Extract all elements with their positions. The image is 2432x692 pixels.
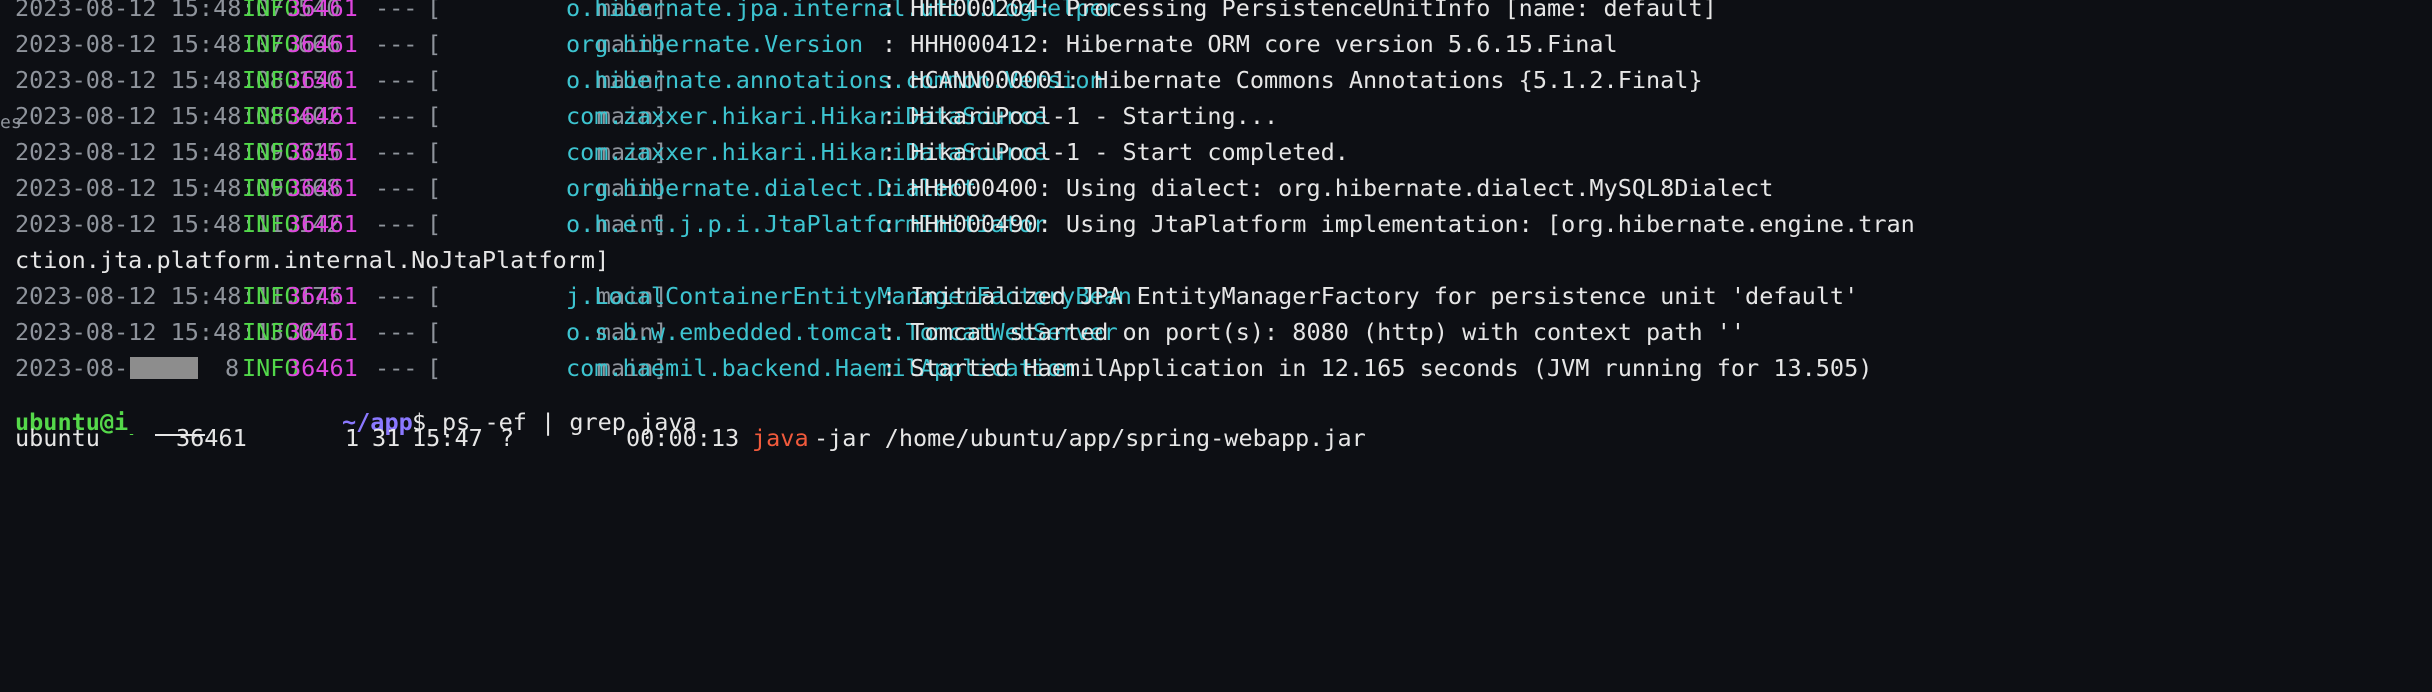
log-message: : HHH000204: Processing PersistenceUnitI…: [882, 0, 1717, 22]
log-line: 2023-08-12 15:48:07.666 INFO 36461 ---[ mai…: [0, 26, 2432, 62]
log-timestamp-tail: 8: [225, 354, 240, 382]
log-pid: 36461: [287, 354, 358, 382]
log-pid: 36461: [287, 30, 358, 58]
ps-ppid: 1: [345, 424, 360, 452]
log-separator: ---: [375, 282, 418, 310]
log-message: : HCANN000001: Hibernate Commons Annotat…: [882, 66, 1703, 94]
log-message: : HikariPool-1 - Starting...: [882, 102, 1279, 130]
log-pid: 36461: [287, 102, 358, 130]
log-separator: ---: [375, 354, 418, 382]
log-line-continuation: ction.jta.platform.internal.NoJtaPlatfor…: [0, 242, 2432, 278]
ps-row: ubuntu 36461 1 31 15:47? 00:00:13 java -jar /ho…: [0, 420, 2432, 456]
log-separator: ---: [375, 0, 418, 22]
log-line: 2023-08-12 15:48:13.041 INFO 36461 ---[ mai…: [0, 314, 2432, 350]
log-separator: ---: [375, 102, 418, 130]
log-separator: ---: [375, 318, 418, 346]
ps-args: -jar /home/ubuntu/app/spring-webapp.jar: [814, 424, 1366, 452]
redacted-timestamp: [130, 357, 198, 379]
log-separator: ---: [375, 30, 418, 58]
log-line: 2023-08-12 15:48:08.402 INFO 36461 ---[ mai…: [0, 98, 2432, 134]
ps-command: java: [752, 424, 809, 452]
log-line: 2023-08-12 15:48:09.368 INFO 36461 ---[ mai…: [0, 170, 2432, 206]
log-pid: 36461: [287, 66, 358, 94]
log-continuation-text: ction.jta.platform.internal.NoJtaPlatfor…: [15, 246, 610, 274]
ps-user: ubuntu: [15, 424, 100, 452]
log-logger: org.hibernate.Version: [566, 30, 864, 58]
log-message: : Tomcat started on port(s): 8080 (http)…: [882, 318, 1746, 346]
log-message: : HikariPool-1 - Start completed.: [882, 138, 1349, 166]
clipped-edge-text: es: [0, 112, 22, 133]
log-pid: 36461: [287, 138, 358, 166]
log-pid: 36461: [287, 174, 358, 202]
log-message: : Started HaemilApplication in 12.165 se…: [882, 354, 1873, 382]
log-separator: ---: [375, 66, 418, 94]
log-pid: 36461: [287, 282, 358, 310]
terminal-window[interactable]: 2023-08-12 15:48:07.540 INFO 36461 ---[ mai…: [0, 0, 2432, 466]
log-message: : HHH000412: Hibernate ORM core version …: [882, 30, 1618, 58]
log-line: 2023-08-12 15:48:07.540 INFO 36461 ---[ mai…: [0, 0, 2432, 26]
ps-pid: 36461: [176, 424, 247, 452]
log-line: 2023-08-1 INFO 36461 ---[ main] com.haemil.b…: [0, 350, 2432, 386]
log-message: : Initialized JPA EntityManagerFactory f…: [882, 282, 1859, 310]
log-message: : HHH000400: Using dialect: org.hibernat…: [882, 174, 1774, 202]
log-separator: ---: [375, 174, 418, 202]
log-pid: 36461: [287, 318, 358, 346]
log-pid: 36461: [287, 0, 358, 22]
log-pid: 36461: [287, 210, 358, 238]
ps-stime: 15:47: [412, 424, 483, 452]
log-line: 2023-08-12 15:48:09.315 INFO 36461 ---[ mai…: [0, 134, 2432, 170]
log-timestamp: 2023-08-1: [15, 354, 143, 382]
log-line: 2023-08-12 15:48:11.173 INFO 36461 ---[ mai…: [0, 278, 2432, 314]
ps-cpu: 31: [372, 424, 401, 452]
log-message: : HHH000490: Using JtaPlatform implement…: [882, 210, 1915, 238]
ps-tty: ?: [500, 424, 515, 452]
log-line: 2023-08-12 15:48:11.142 INFO 36461 ---[ mai…: [0, 206, 2432, 242]
log-separator: ---: [375, 138, 418, 166]
log-line: 2023-08-12 15:48:08.150 INFO 36461 ---[ mai…: [0, 62, 2432, 98]
log-separator: ---: [375, 210, 418, 238]
ps-time: 00:00:13: [626, 424, 740, 452]
